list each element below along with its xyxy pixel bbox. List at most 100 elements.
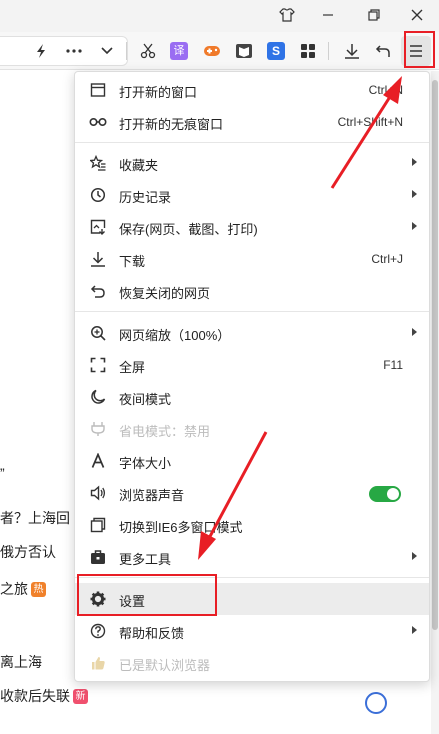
submenu-arrow-icon — [412, 190, 417, 198]
menu-item-ie6-mode[interactable]: 切换到IE6多窗口模式 — [75, 509, 429, 541]
submenu-arrow-icon — [412, 222, 417, 230]
news-text: 之旅 — [0, 581, 28, 597]
menu-item-label: 夜间模式 — [119, 392, 172, 407]
menu-item-default-browser: 已是默认浏览器 — [75, 647, 429, 679]
more-icon[interactable] — [63, 40, 85, 62]
ie6-mode-icon — [89, 516, 107, 534]
menu-divider — [75, 311, 429, 312]
zoom-icon — [89, 324, 107, 342]
menu-item-label: 帮助和反馈 — [119, 626, 185, 641]
night-mode-icon — [89, 388, 107, 406]
book-icon[interactable] — [233, 40, 255, 62]
thumb-up-icon — [89, 654, 107, 672]
history-icon — [89, 186, 107, 204]
menu-item-favorites[interactable]: 收藏夹 — [75, 147, 429, 179]
close-icon[interactable] — [403, 2, 431, 28]
new-badge: 新 — [73, 689, 88, 704]
menu-item-zoom[interactable]: 网页缩放（100%） — [75, 317, 429, 349]
title-bar — [0, 0, 439, 32]
news-item[interactable]: 离上海 — [0, 652, 42, 672]
toolbox-icon — [89, 548, 107, 566]
s-app-icon[interactable]: S — [265, 40, 287, 62]
menu-item-label: 字体大小 — [119, 456, 172, 471]
news-item[interactable]: 俄方否认 — [0, 542, 56, 562]
hot-badge: 热 — [31, 582, 46, 597]
menu-item-label: 浏览器声音 — [119, 488, 185, 503]
skin-icon[interactable] — [273, 2, 301, 28]
restore-window-icon[interactable] — [360, 2, 388, 28]
sound-toggle[interactable] — [369, 486, 401, 502]
menu-item-history[interactable]: 历史记录 — [75, 179, 429, 211]
news-text: 收款后失联 — [0, 688, 70, 704]
download-icon[interactable] — [341, 40, 363, 62]
news-item[interactable]: 之旅热 — [0, 579, 46, 599]
toolbar-divider — [328, 42, 329, 60]
sound-icon — [89, 484, 107, 502]
help-icon — [89, 622, 107, 640]
menu-item-label: 网页缩放（100%） — [119, 328, 231, 343]
menu-item-shortcut: Ctrl+N — [368, 83, 403, 97]
menu-item-browser-sound[interactable]: 浏览器声音 — [75, 477, 429, 509]
news-item[interactable]: 收款后失联新 — [0, 686, 88, 706]
news-item[interactable]: 者？上海回 — [0, 508, 70, 528]
chevron-down-icon[interactable] — [96, 40, 118, 62]
toolbar-divider — [126, 42, 127, 60]
annotation-highlight-box — [404, 31, 435, 68]
news-text: 俄方否认 — [0, 544, 56, 560]
menu-item-new-incognito-window[interactable]: 打开新的无痕窗口 Ctrl+Shift+N — [75, 106, 429, 138]
font-size-icon — [89, 452, 107, 470]
news-item[interactable]: ” — [0, 465, 5, 481]
download-icon — [89, 250, 107, 268]
minimize-icon[interactable] — [314, 2, 342, 28]
lightning-icon[interactable] — [30, 40, 52, 62]
menu-item-label: 收藏夹 — [119, 158, 159, 173]
menu-item-label: 更多工具 — [119, 552, 172, 567]
menu-item-label: 保存(网页、截图、打印) — [119, 222, 258, 237]
menu-item-shortcut: F11 — [383, 358, 403, 372]
menu-item-shortcut: Ctrl+J — [371, 252, 403, 266]
undo-icon[interactable] — [372, 40, 394, 62]
save-icon — [89, 218, 107, 236]
menu-item-more-tools[interactable]: 更多工具 — [75, 541, 429, 573]
fullscreen-icon — [89, 356, 107, 374]
menu-item-label: 省电模式：禁用 — [119, 424, 211, 439]
incognito-icon — [89, 113, 107, 131]
menu-item-label: 历史记录 — [119, 190, 172, 205]
menu-item-label: 已是默认浏览器 — [119, 658, 211, 673]
menu-item-shortcut: Ctrl+Shift+N — [337, 115, 403, 129]
menu-item-restore-closed[interactable]: 恢复关闭的网页 — [75, 275, 429, 307]
menu-item-label: 下载 — [119, 254, 146, 269]
menu-item-new-window[interactable]: 打开新的窗口 Ctrl+N — [75, 74, 429, 106]
new-window-icon — [89, 81, 107, 99]
menu-item-label: 恢复关闭的网页 — [119, 286, 211, 301]
menu-item-fullscreen[interactable]: 全屏 F11 — [75, 349, 429, 381]
menu-item-help-feedback[interactable]: 帮助和反馈 — [75, 615, 429, 647]
toolbar: 译 S — [0, 32, 439, 70]
menu-divider — [75, 142, 429, 143]
menu-item-font-size[interactable]: 字体大小 — [75, 445, 429, 477]
scissors-icon[interactable] — [137, 40, 159, 62]
news-text: 者？上海回 — [0, 510, 70, 526]
menu-item-label: 打开新的窗口 — [119, 85, 198, 100]
restore-icon — [89, 282, 107, 300]
annotation-highlight-box — [77, 574, 217, 616]
scrollbar-thumb[interactable] — [432, 80, 438, 630]
gamepad-icon[interactable] — [201, 40, 223, 62]
menu-item-downloads[interactable]: 下载 Ctrl+J — [75, 243, 429, 275]
menu-item-label: 切换到IE6多窗口模式 — [119, 520, 243, 535]
menu-item-night-mode[interactable]: 夜间模式 — [75, 381, 429, 413]
submenu-arrow-icon — [412, 158, 417, 166]
favorites-icon — [89, 154, 107, 172]
power-saving-icon — [89, 420, 107, 438]
news-text: 离上海 — [0, 654, 42, 670]
menu-item-power-saving: 省电模式：禁用 — [75, 413, 429, 445]
refresh-float-icon[interactable] — [365, 692, 387, 714]
submenu-arrow-icon — [412, 328, 417, 336]
translate-icon[interactable]: 译 — [168, 40, 190, 62]
menu-item-save[interactable]: 保存(网页、截图、打印) — [75, 211, 429, 243]
news-text: ” — [0, 465, 5, 481]
submenu-arrow-icon — [412, 626, 417, 634]
menu-item-label: 打开新的无痕窗口 — [119, 117, 224, 132]
menu-item-label: 全屏 — [119, 360, 146, 375]
apps-grid-icon[interactable] — [297, 40, 319, 62]
